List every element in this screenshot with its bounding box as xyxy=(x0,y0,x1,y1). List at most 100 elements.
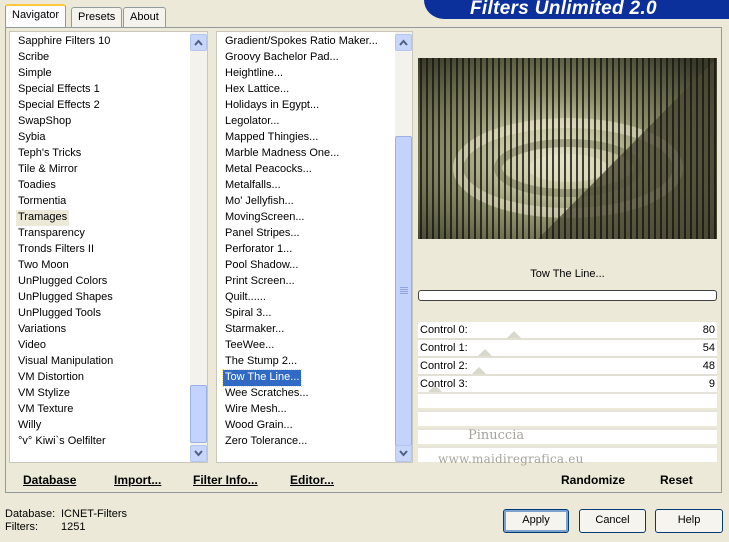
reset-button[interactable]: Reset xyxy=(660,473,693,487)
filter-item[interactable]: Wire Mesh... xyxy=(223,402,289,418)
tab-about[interactable]: About xyxy=(123,7,166,27)
category-item[interactable]: Two Moon xyxy=(16,258,71,274)
category-item[interactable]: Tile & Mirror xyxy=(16,162,79,178)
database-button[interactable]: Database xyxy=(23,473,76,487)
filter-item[interactable]: Metal Peacocks... xyxy=(223,162,314,178)
filter-item[interactable]: MovingScreen... xyxy=(223,210,306,226)
database-label: Database: xyxy=(5,508,56,520)
filter-scrollbar[interactable] xyxy=(395,32,412,462)
category-item[interactable]: Special Effects 1 xyxy=(16,82,102,98)
filter-item[interactable]: Mapped Thingies... xyxy=(223,130,320,146)
import-button[interactable]: Import... xyxy=(114,473,161,487)
category-item[interactable]: Toadies xyxy=(16,178,58,194)
category-item[interactable]: Simple xyxy=(16,66,54,82)
control-label: Control 0: xyxy=(420,324,468,336)
filter-item[interactable]: Gradient/Spokes Ratio Maker... xyxy=(223,34,380,50)
category-item[interactable]: UnPlugged Colors xyxy=(16,274,109,290)
apply-button[interactable]: Apply xyxy=(503,509,569,533)
control-value: 48 xyxy=(702,360,715,372)
filter-item[interactable]: Groovy Bachelor Pad... xyxy=(223,50,341,66)
scroll-down-button[interactable] xyxy=(395,445,412,462)
empty-control-row xyxy=(418,392,717,408)
filter-item[interactable]: Print Screen... xyxy=(223,274,297,290)
cancel-button[interactable]: Cancel xyxy=(579,509,646,533)
chevron-up-icon xyxy=(399,39,408,46)
banner-title: Filters Unlimited 2.0 xyxy=(470,0,657,19)
filter-item[interactable]: The Stump 2... xyxy=(223,354,299,370)
category-item[interactable]: Sapphire Filters 10 xyxy=(16,34,112,50)
scroll-thumb[interactable] xyxy=(395,136,412,446)
filter-item[interactable]: Mo' Jellyfish... xyxy=(223,194,296,210)
category-item[interactable]: VM Stylize xyxy=(16,386,72,402)
category-item[interactable]: SwapShop xyxy=(16,114,73,130)
control-value: 54 xyxy=(702,342,715,354)
category-item[interactable]: VM Distortion xyxy=(16,370,86,386)
category-item[interactable]: Willy xyxy=(16,418,43,434)
slider-thumb[interactable] xyxy=(472,367,486,374)
scroll-down-button[interactable] xyxy=(190,445,207,462)
slider-thumb[interactable] xyxy=(507,331,521,338)
filter-item[interactable]: Spiral 3... xyxy=(223,306,273,322)
control-row[interactable]: Control 1: 54 xyxy=(418,340,717,358)
category-item[interactable]: Sybia xyxy=(16,130,48,146)
category-item[interactable]: Video xyxy=(16,338,48,354)
filter-item[interactable]: Legolator... xyxy=(223,114,281,130)
scroll-up-button[interactable] xyxy=(395,34,412,51)
filter-item[interactable]: TeeWee... xyxy=(223,338,276,354)
category-list[interactable]: Sapphire Filters 10 Scribe Simple Special E… xyxy=(9,31,208,463)
preview-image xyxy=(418,58,717,239)
filter-item[interactable]: Heightline... xyxy=(223,66,285,82)
filter-item[interactable]: Hex Lattice... xyxy=(223,82,291,98)
filter-item[interactable]: Perforator 1... xyxy=(223,242,294,258)
progress-bar xyxy=(418,290,717,301)
filter-info-button[interactable]: Filter Info... xyxy=(193,473,258,487)
watermark-name: Pinuccia xyxy=(468,428,525,443)
empty-control-row xyxy=(418,428,717,444)
category-item[interactable]: Tramages xyxy=(16,210,70,226)
filter-item[interactable]: Holidays in Egypt... xyxy=(223,98,321,114)
category-item[interactable]: Visual Manipulation xyxy=(16,354,115,370)
tab-navigator[interactable]: Navigator xyxy=(5,4,67,27)
help-button[interactable]: Help xyxy=(655,509,723,533)
control-row[interactable]: Control 2: 48 xyxy=(418,358,717,376)
category-item[interactable]: Transparency xyxy=(16,226,87,242)
category-item[interactable]: UnPlugged Tools xyxy=(16,306,103,322)
scroll-thumb[interactable] xyxy=(190,385,207,443)
filter-item[interactable]: Tow The Line... xyxy=(221,369,303,387)
filter-item[interactable]: Wood Grain... xyxy=(223,418,295,434)
tab-presets[interactable]: Presets xyxy=(71,7,123,27)
chevron-down-icon xyxy=(194,450,203,457)
scroll-up-button[interactable] xyxy=(190,34,207,51)
control-label: Control 3: xyxy=(420,378,468,390)
control-value: 80 xyxy=(702,324,715,336)
category-scrollbar[interactable] xyxy=(190,32,207,462)
filter-item[interactable]: Metalfalls... xyxy=(223,178,283,194)
empty-control-row xyxy=(418,410,717,426)
filter-item[interactable]: Panel Stripes... xyxy=(223,226,302,242)
category-item[interactable]: Tormentia xyxy=(16,194,68,210)
category-item[interactable]: VM Texture xyxy=(16,402,75,418)
filters-label: Filters: xyxy=(5,521,38,533)
category-item[interactable]: Special Effects 2 xyxy=(16,98,102,114)
editor-button[interactable]: Editor... xyxy=(290,473,334,487)
control-row[interactable]: Control 0: 80 xyxy=(418,322,717,340)
category-item[interactable]: Teph's Tricks xyxy=(16,146,83,162)
control-label: Control 2: xyxy=(420,360,468,372)
filter-item[interactable]: Starmaker... xyxy=(223,322,286,338)
filter-item[interactable]: Zero Tolerance... xyxy=(223,434,309,450)
category-item[interactable]: Variations xyxy=(16,322,68,338)
category-item[interactable]: °v° Kiwi`s Oelfilter xyxy=(16,434,108,450)
category-item[interactable]: UnPlugged Shapes xyxy=(16,290,115,306)
randomize-button[interactable]: Randomize xyxy=(561,473,625,487)
filter-item[interactable]: Pool Shadow... xyxy=(223,258,300,274)
chevron-up-icon xyxy=(194,39,203,46)
control-label: Control 1: xyxy=(420,342,468,354)
category-item[interactable]: Scribe xyxy=(16,50,51,66)
filter-item[interactable]: Marble Madness One... xyxy=(223,146,341,162)
filter-item[interactable]: Quilt...... xyxy=(223,290,268,306)
category-item[interactable]: Tronds Filters II xyxy=(16,242,96,258)
filter-list[interactable]: Gradient/Spokes Ratio Maker... Groovy Bac… xyxy=(216,31,413,463)
filter-item[interactable]: Wee Scratches... xyxy=(223,386,311,402)
slider-thumb[interactable] xyxy=(478,349,492,356)
database-value: ICNET-Filters xyxy=(61,508,127,520)
